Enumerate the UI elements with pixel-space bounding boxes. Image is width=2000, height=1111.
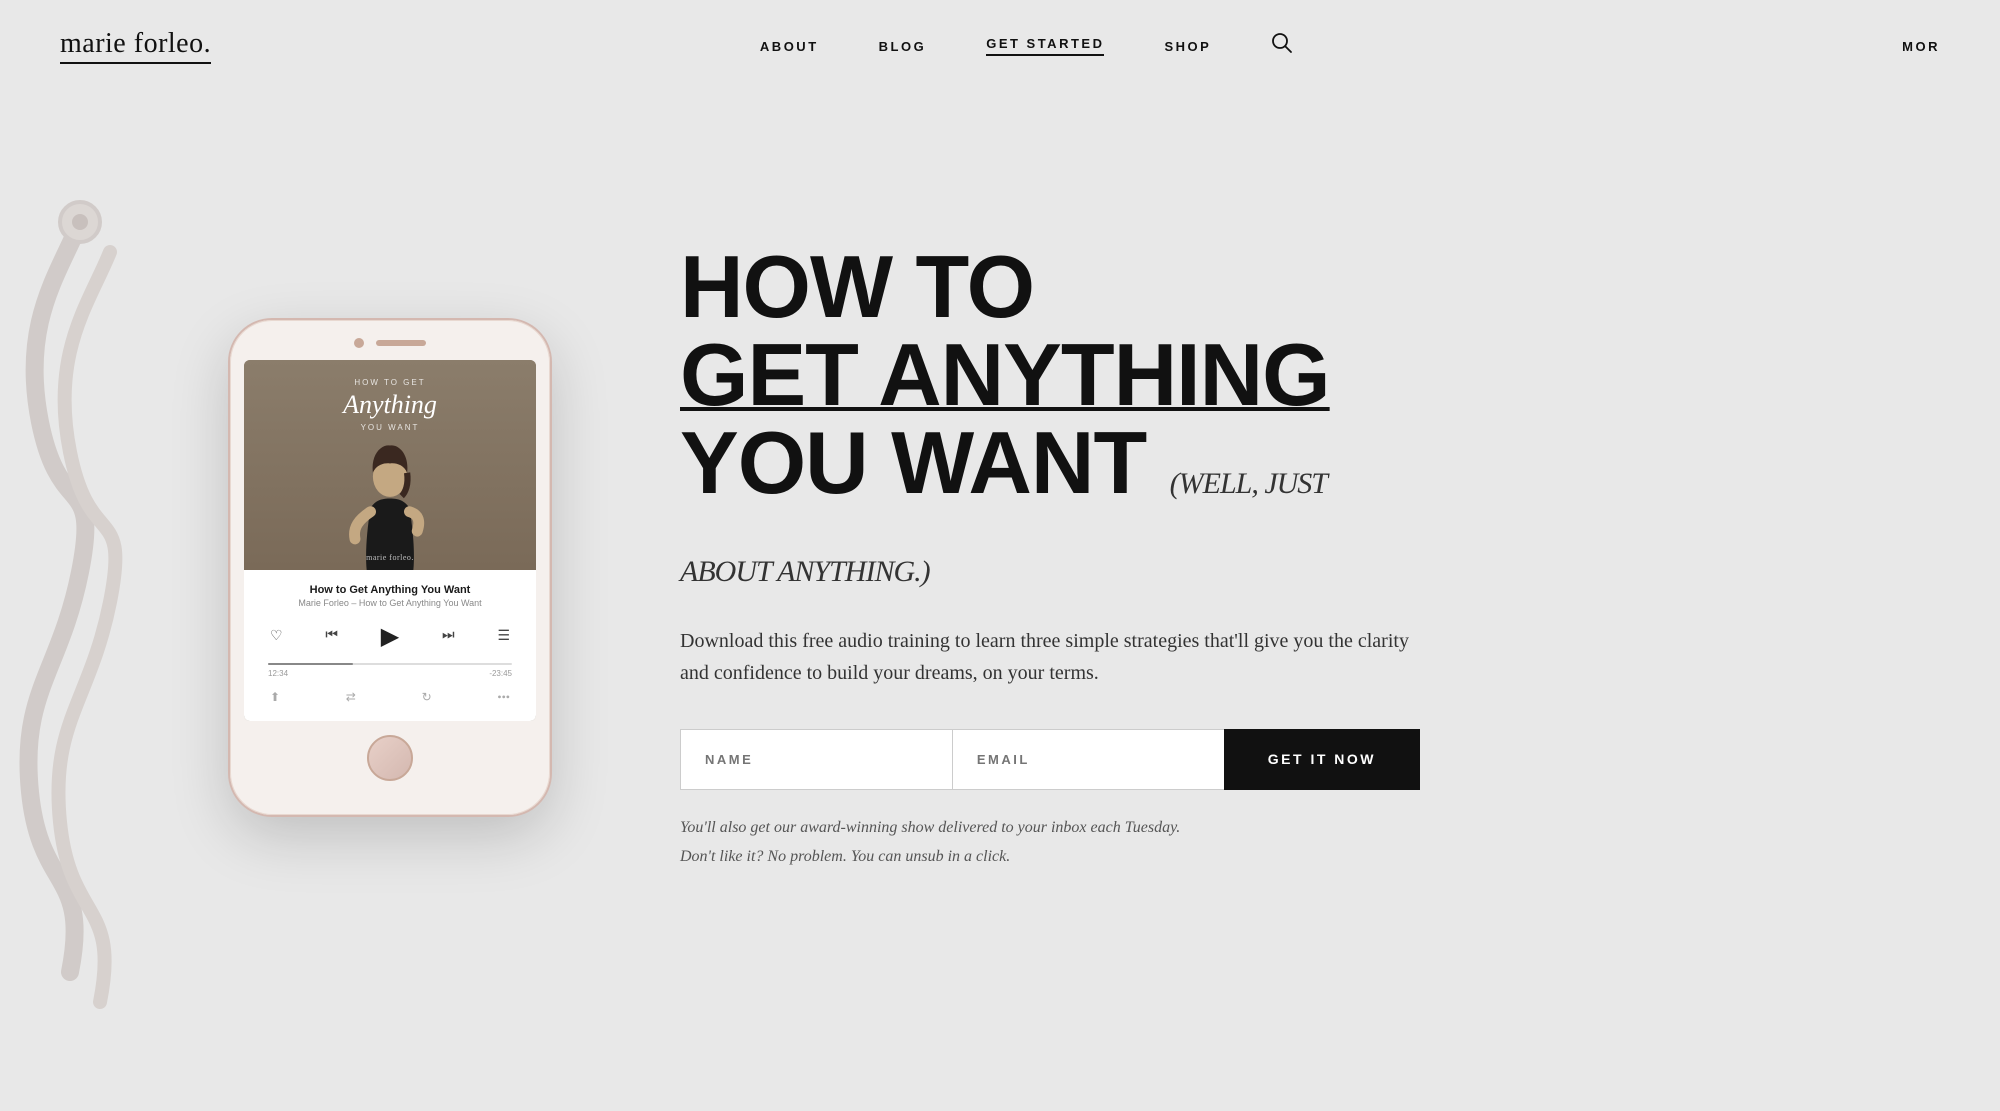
phone-speaker: [376, 340, 426, 346]
person-illustration: [244, 430, 536, 570]
search-icon[interactable]: [1271, 32, 1293, 60]
player-progress: 12:34 -23:45: [268, 663, 512, 678]
podcast-brand: marie forleo.: [366, 553, 414, 562]
rewind-icon[interactable]: ⏮: [325, 628, 338, 644]
nav-item-blog[interactable]: BLOG: [879, 39, 927, 54]
fine-print: You'll also get our award-winning show d…: [680, 814, 1360, 872]
submit-button[interactable]: GET IT NOW: [1224, 729, 1420, 790]
nav-item-about[interactable]: ABOUT: [760, 39, 819, 54]
cover-title: Anything: [343, 391, 437, 420]
share-icon[interactable]: ⬆: [270, 690, 280, 705]
phone-home-button[interactable]: [367, 735, 413, 781]
shuffle-icon[interactable]: ⇄: [346, 690, 356, 705]
current-time: 12:34: [268, 669, 288, 678]
headline-line1: HOW TO: [680, 243, 1420, 331]
phone-frame: HOW TO GET Anything YOU WANT: [230, 320, 550, 815]
total-time: -23:45: [489, 669, 512, 678]
repeat-icon[interactable]: ↻: [422, 690, 432, 705]
queue-icon[interactable]: ☰: [497, 628, 510, 645]
player-bottom-bar: ⬆ ⇄ ↻ •••: [260, 686, 520, 711]
phone-player: How to Get Anything You Want Marie Forle…: [244, 570, 536, 721]
headline: HOW TO GET ANYTHING YOU WANT (Well, just…: [680, 243, 1420, 595]
progress-fill: [268, 663, 353, 665]
phone-top-bar: [244, 338, 536, 348]
email-input[interactable]: [952, 729, 1224, 790]
description: Download this free audio training to lea…: [680, 625, 1420, 689]
cables-decoration: [0, 172, 200, 1072]
player-controls: ♡ ⏮ ▶ ⏭ ☰: [260, 622, 520, 651]
headline-line2: GET ANYTHING: [680, 331, 1420, 419]
nav-item-shop[interactable]: SHOP: [1164, 39, 1211, 54]
more-icon[interactable]: •••: [497, 690, 510, 705]
phone-camera: [354, 338, 364, 348]
nav-item-get-started[interactable]: GET STARTED: [986, 36, 1104, 56]
name-input[interactable]: [680, 729, 952, 790]
player-time: 12:34 -23:45: [268, 669, 512, 678]
main-content: HOW TO GET Anything YOU WANT: [0, 92, 2000, 1042]
headline-line3: YOU WANT (Well, just about anything.): [680, 419, 1420, 595]
nav-more: MOR: [1902, 39, 1940, 54]
play-icon[interactable]: ▶: [381, 622, 399, 651]
signup-form: GET IT NOW: [680, 729, 1420, 790]
cover-top-text: HOW TO GET: [354, 378, 425, 387]
phone-screen: HOW TO GET Anything YOU WANT: [244, 360, 536, 721]
player-track-subtitle: Marie Forleo – How to Get Anything You W…: [260, 598, 520, 608]
heart-icon[interactable]: ♡: [270, 628, 283, 645]
fine-print-line1: You'll also get our award-winning show d…: [680, 814, 1360, 843]
fast-forward-icon[interactable]: ⏭: [442, 628, 455, 644]
podcast-cover: HOW TO GET Anything YOU WANT: [244, 360, 536, 570]
player-track-title: How to Get Anything You Want: [260, 584, 520, 596]
right-content: HOW TO GET ANYTHING YOU WANT (Well, just…: [580, 243, 1480, 872]
nav: ABOUT BLOG GET STARTED SHOP: [760, 32, 1293, 60]
phone-mockup: HOW TO GET Anything YOU WANT: [200, 320, 580, 815]
header: marie forleo. ABOUT BLOG GET STARTED SHO…: [0, 0, 2000, 92]
logo[interactable]: marie forleo.: [60, 28, 211, 64]
fine-print-line2: Don't like it? No problem. You can unsub…: [680, 843, 1360, 872]
